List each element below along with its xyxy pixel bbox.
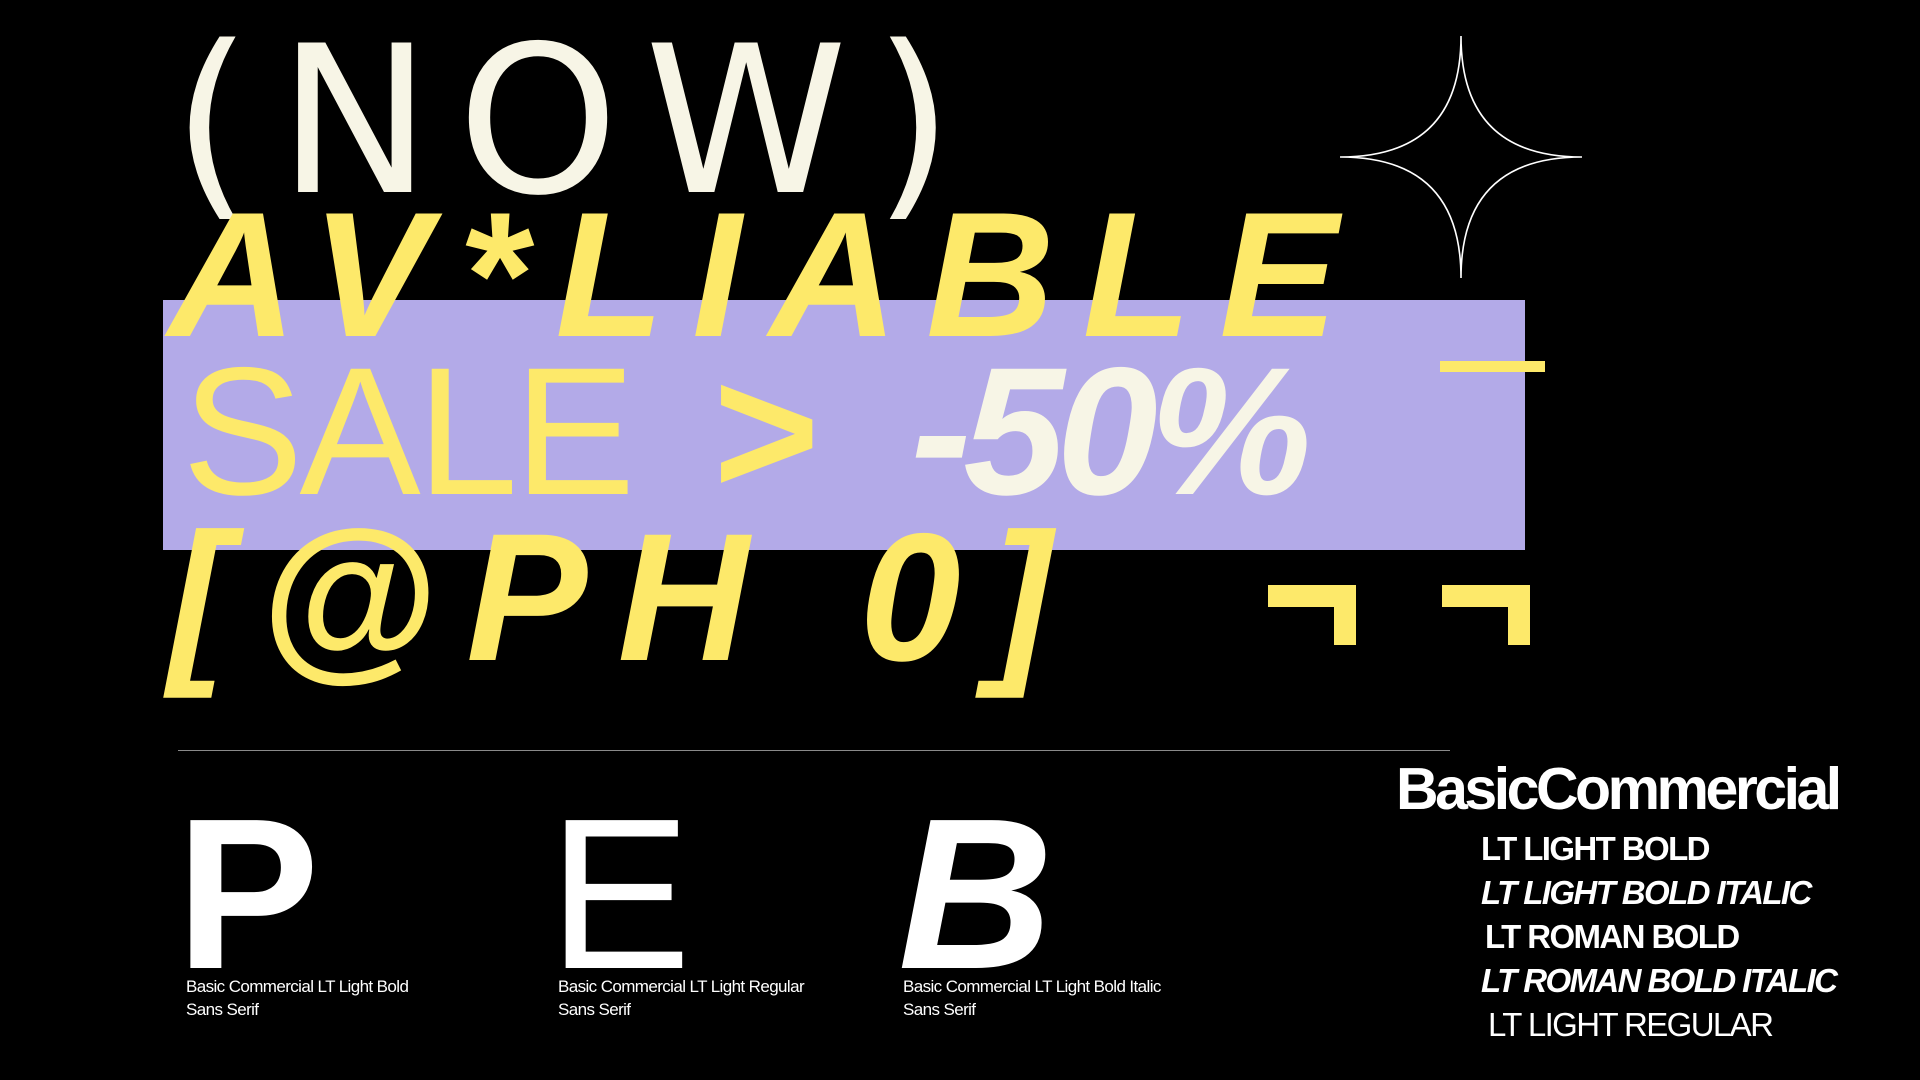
- hero-line-tag: [@PH 0]: [168, 495, 1082, 699]
- specimen-category: Sans Serif: [558, 1000, 631, 1019]
- specimen-font-name: Basic Commercial LT Light Regular: [558, 977, 805, 996]
- specimen-caption: Basic Commercial LT Light Regular Sans S…: [558, 975, 805, 1021]
- specimen-category: Sans Serif: [186, 1000, 259, 1019]
- font-family-name: BasicCommercial: [1396, 756, 1842, 822]
- weight-item: LT ROMAN BOLD: [1485, 918, 1740, 955]
- specimen-font-name: Basic Commercial LT Light Bold: [186, 977, 409, 996]
- specimen-caption: Basic Commercial LT Light Bold Italic Sa…: [903, 975, 1161, 1021]
- specimen-font-name: Basic Commercial LT Light Bold Italic: [903, 977, 1161, 996]
- specimen-glyph-e: E: [548, 773, 692, 1014]
- weight-item: LT LIGHT BOLD ITALIC: [1481, 874, 1812, 911]
- weight-item: LT LIGHT BOLD: [1481, 830, 1710, 867]
- section-divider: [178, 750, 1450, 751]
- specimen-caption: Basic Commercial LT Light Bold Sans Seri…: [186, 975, 409, 1021]
- sparkle-icon: [1340, 36, 1582, 278]
- specimen-glyph-b: B: [898, 773, 1054, 1014]
- corner-bracket-icon: [1442, 585, 1530, 645]
- weight-item: LT LIGHT REGULAR: [1488, 1006, 1774, 1043]
- corner-bracket-icon: [1268, 585, 1356, 645]
- specimen-category: Sans Serif: [903, 1000, 976, 1019]
- underscore-mark: [1440, 361, 1545, 372]
- weight-item: LT ROMAN BOLD ITALIC: [1481, 962, 1838, 999]
- specimen-glyph-p: P: [176, 773, 320, 1014]
